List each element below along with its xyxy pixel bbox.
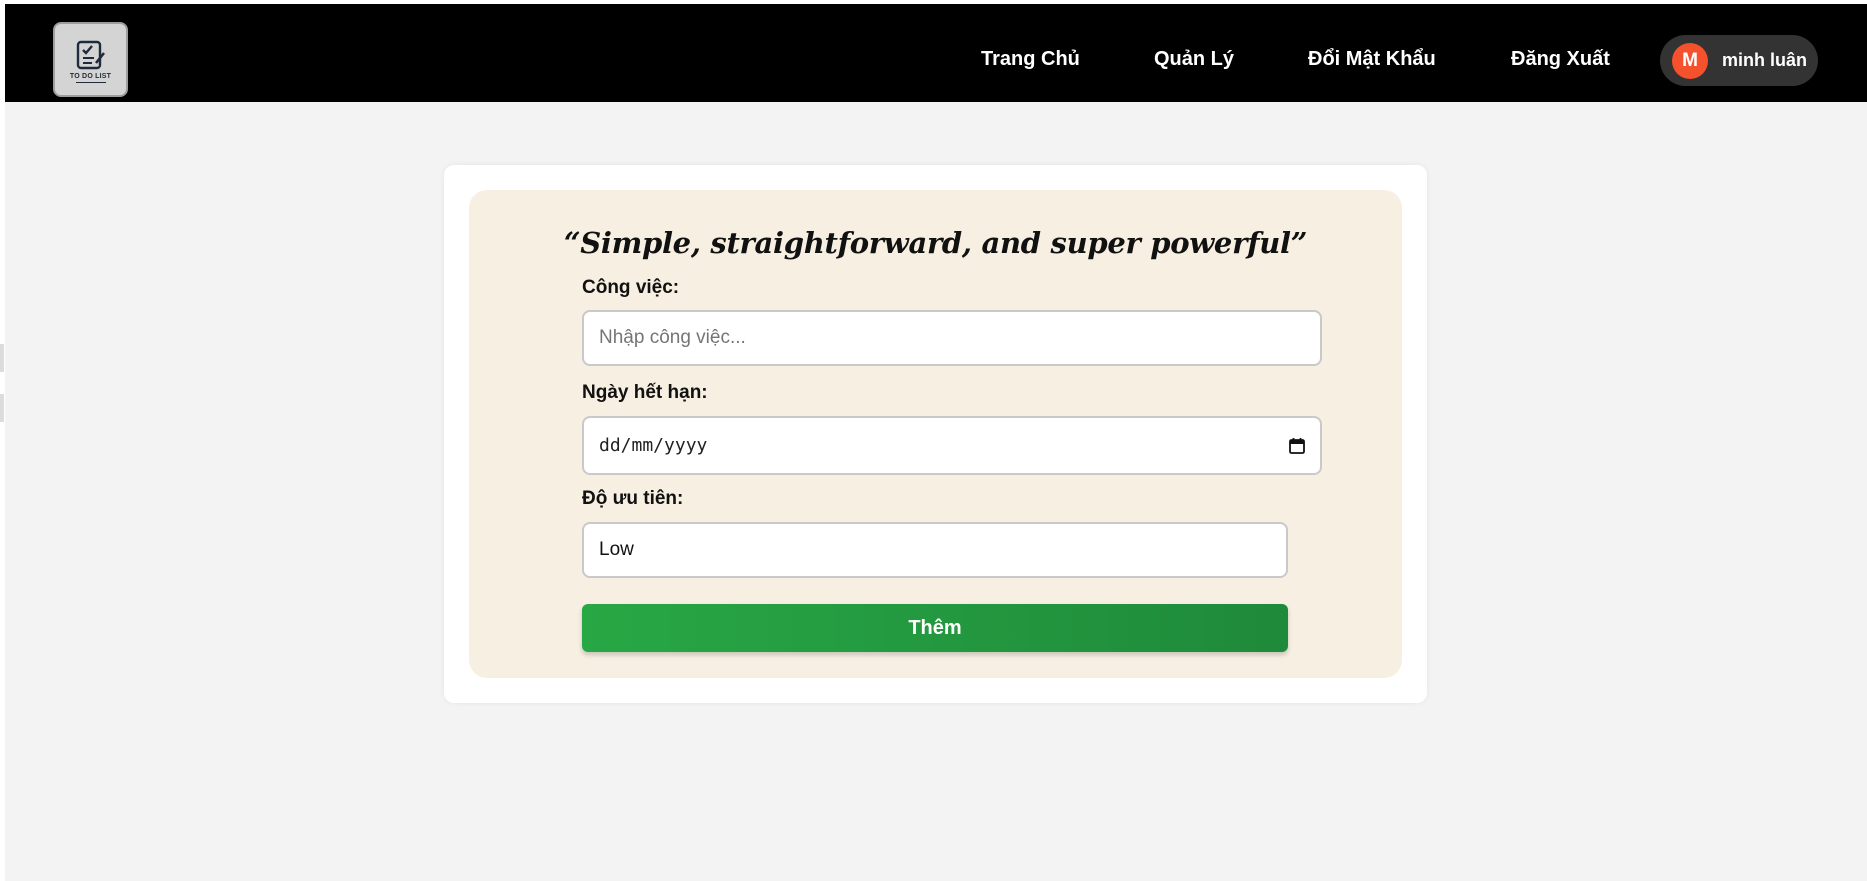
priority-selected-value: Low [599,539,634,560]
quote-heading: “Simple, straightforward, and super powe… [563,226,1308,260]
page: TO DO LIST Trang Chủ Quản Lý Đổi Mật Khẩ… [0,4,1867,881]
calendar-icon[interactable] [1288,437,1306,455]
nav-change-password[interactable]: Đổi Mật Khẩu [1308,48,1436,71]
form-card: “Simple, straightforward, and super powe… [444,165,1427,703]
user-name: minh luân [1722,50,1807,70]
side-tab [0,344,4,372]
priority-select[interactable]: Low [582,522,1288,578]
add-button[interactable]: Thêm [582,604,1288,652]
task-label: Công việc: [582,277,680,298]
due-date-field[interactable]: dd/mm/yyyy [582,416,1322,475]
nav-logout[interactable]: Đăng Xuất [1511,48,1610,71]
nav-manage[interactable]: Quản Lý [1154,48,1234,71]
side-tab [0,394,4,422]
task-input[interactable] [599,327,1320,349]
logo-text: TO DO LIST [69,72,112,80]
nav-home[interactable]: Trang Chủ [981,48,1080,71]
logo[interactable]: TO DO LIST [53,22,128,97]
avatar: M [1672,42,1708,79]
user-menu[interactable]: M minh luân [1660,35,1818,86]
form-panel: “Simple, straightforward, and super powe… [469,190,1402,678]
priority-label: Độ ưu tiên: [582,488,684,509]
logo-underline [75,81,106,83]
due-date-label: Ngày hết hạn: [582,382,708,403]
navbar: TO DO LIST Trang Chủ Quản Lý Đổi Mật Khẩ… [5,4,1867,102]
task-field[interactable] [582,310,1322,366]
todo-list-logo-icon [76,40,105,69]
due-date-placeholder: dd/mm/yyyy [599,435,708,456]
